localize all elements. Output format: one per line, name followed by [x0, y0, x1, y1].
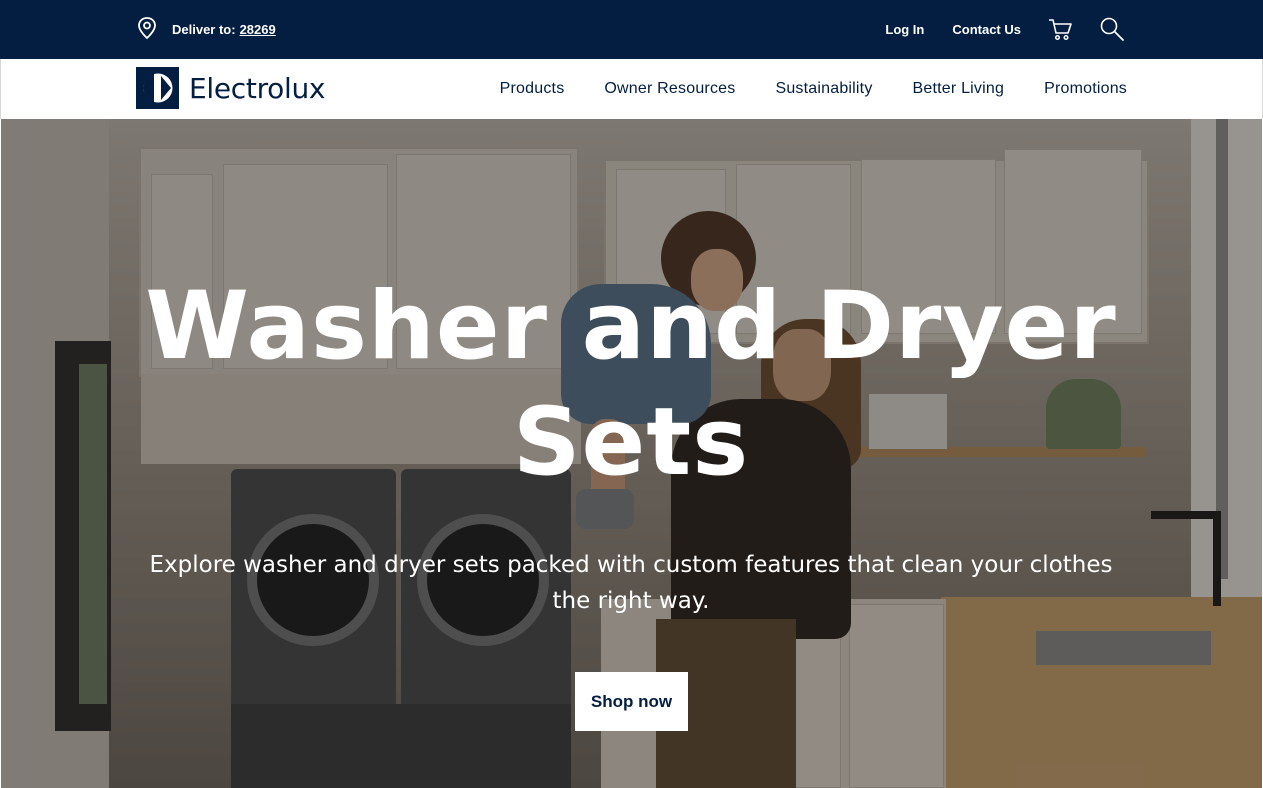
location-pin-icon — [136, 16, 158, 43]
hero-title: Washer and Dryer Sets — [145, 272, 1117, 497]
login-link[interactable]: Log In — [885, 22, 924, 37]
cart-icon[interactable] — [1047, 16, 1073, 42]
shop-now-button[interactable]: Shop now — [575, 672, 688, 731]
nav-item-better-living[interactable]: Better Living — [913, 80, 1005, 98]
utility-bar: Deliver to: 28269 Log In Contact Us — [0, 0, 1263, 59]
contact-us-link[interactable]: Contact Us — [952, 22, 1021, 37]
hero-content: Washer and Dryer Sets Explore washer and… — [1, 119, 1262, 788]
nav-item-products[interactable]: Products — [500, 80, 565, 98]
main-header: Electrolux Products Owner Resources Sust… — [0, 59, 1263, 119]
nav-item-owner-resources[interactable]: Owner Resources — [604, 80, 735, 98]
deliver-to-link[interactable]: Deliver to: 28269 — [136, 16, 276, 43]
electrolux-logo-mark — [136, 67, 179, 109]
nav-item-sustainability[interactable]: Sustainability — [775, 80, 872, 98]
hero-banner: Washer and Dryer Sets Explore washer and… — [1, 119, 1262, 788]
hero-subtitle: Explore washer and dryer sets packed wit… — [149, 552, 1113, 614]
utility-actions: Log In Contact Us — [885, 14, 1125, 44]
brand-name: Electrolux — [189, 71, 326, 105]
nav-item-promotions[interactable]: Promotions — [1044, 80, 1127, 98]
main-nav: Products Owner Resources Sustainability … — [500, 59, 1127, 119]
electrolux-logo[interactable]: Electrolux — [136, 67, 326, 109]
search-icon[interactable] — [1099, 16, 1125, 42]
zip-code-link[interactable]: 28269 — [240, 22, 276, 37]
deliver-label: Deliver to: — [172, 21, 236, 37]
